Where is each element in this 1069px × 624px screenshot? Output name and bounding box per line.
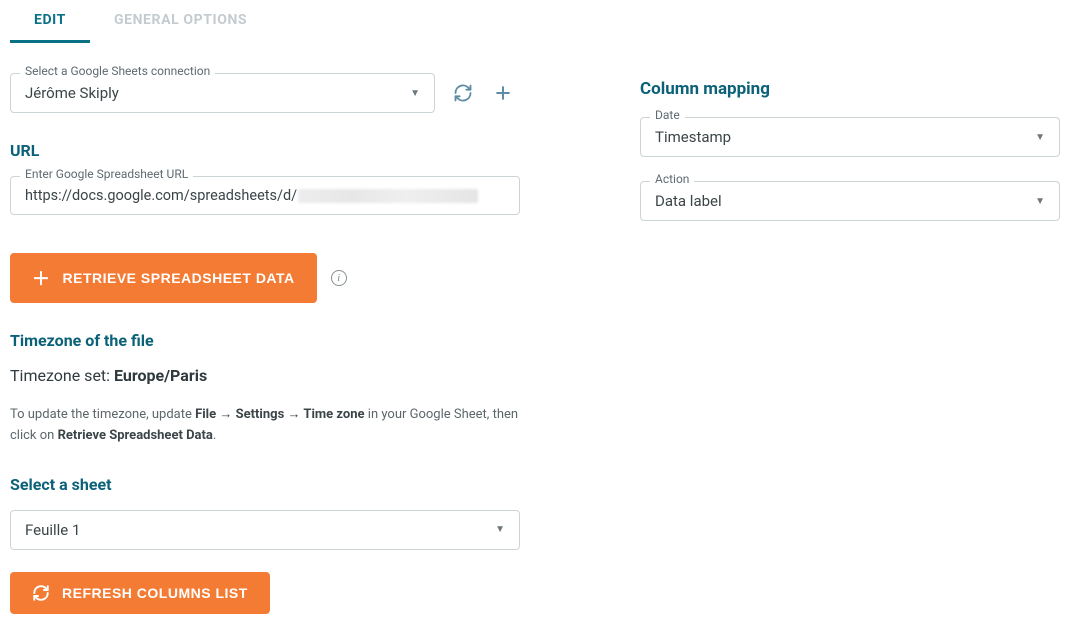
timezone-set: Timezone set: Europe/Paris [10,366,530,385]
mapping-action-label: Action [650,172,694,186]
refresh-columns-button[interactable]: REFRESH COLUMNS LIST [10,572,270,614]
plus-icon[interactable] [491,81,515,105]
url-value-prefix: https://docs.google.com/spreadsheets/d/ [25,187,297,204]
info-icon[interactable]: i [331,270,347,286]
mapping-action-value: Data label [655,192,722,210]
tab-general-options[interactable]: GENERAL OPTIONS [90,0,271,43]
url-heading: URL [10,141,530,160]
mapping-heading: Column mapping [640,79,1060,99]
mapping-action-select[interactable]: Data label ▼ [640,181,1060,221]
tab-edit[interactable]: EDIT [10,0,90,43]
mapping-date-label: Date [650,108,685,122]
chevron-down-icon: ▼ [1035,132,1045,143]
url-redacted [298,189,478,203]
sheet-select[interactable]: Feuille 1 ▼ [10,510,520,550]
connection-select[interactable]: Jérôme Skiply ▼ [10,73,435,113]
timezone-help: To update the timezone, update File → Se… [10,405,530,447]
connection-value: Jérôme Skiply [25,84,119,102]
url-label: Enter Google Spreadsheet URL [20,167,193,181]
connection-label: Select a Google Sheets connection [20,64,215,78]
chevron-down-icon: ▼ [495,524,505,535]
spreadsheet-url-input[interactable]: https://docs.google.com/spreadsheets/d/ [10,176,520,215]
mapping-date-select[interactable]: Timestamp ▼ [640,117,1060,157]
refresh-button-label: REFRESH COLUMNS LIST [62,585,248,601]
retrieve-button-label: RETRIEVE SPREADSHEET DATA [63,270,295,286]
timezone-heading: Timezone of the file [10,331,530,350]
plus-icon: ＋ [32,265,51,291]
tabs: EDIT GENERAL OPTIONS [0,0,1069,43]
chevron-down-icon: ▼ [410,88,420,99]
timezone-value: Europe/Paris [114,366,207,385]
sheet-heading: Select a sheet [10,475,530,494]
sheet-value: Feuille 1 [25,521,80,539]
retrieve-spreadsheet-button[interactable]: ＋ RETRIEVE SPREADSHEET DATA [10,253,317,303]
refresh-icon [32,584,50,602]
refresh-icon[interactable] [451,81,475,105]
mapping-date-value: Timestamp [655,128,731,146]
chevron-down-icon: ▼ [1035,196,1045,207]
